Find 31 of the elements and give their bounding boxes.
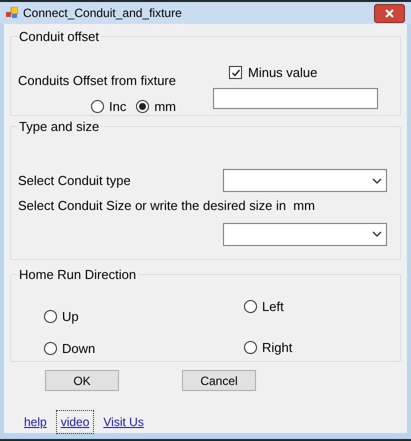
radio-button[interactable]: [244, 300, 257, 314]
checkbox[interactable]: [229, 66, 242, 80]
radio-button[interactable]: [136, 100, 150, 113]
field-label: Conduits Offset from fixture: [18, 72, 177, 90]
radio-option[interactable]: Up: [44, 307, 244, 326]
dropdown-field[interactable]: [223, 222, 387, 246]
chevron-down-icon: [372, 231, 382, 237]
field-label: Select Conduit Size or write the desired size in mm: [18, 197, 316, 215]
radio-option[interactable]: Inc: [91, 96, 126, 116]
cancel-button[interactable]: Cancel: [182, 370, 256, 391]
radio-button[interactable]: [44, 310, 57, 324]
chevron-down-icon: [372, 178, 382, 184]
field-label: Select Conduit type: [18, 172, 131, 190]
radio-option[interactable]: Down: [44, 338, 244, 358]
radio-option[interactable]: Left: [244, 297, 292, 316]
link[interactable]: video: [56, 411, 94, 433]
link[interactable]: help: [20, 411, 51, 433]
close-icon: [385, 8, 394, 18]
radio-button[interactable]: [44, 342, 57, 355]
radio-option[interactable]: Right: [244, 338, 292, 357]
offset-input-field[interactable]: [213, 88, 378, 108]
window-title: Connect_Conduit_and_fixture: [23, 5, 183, 22]
minus-value-checkbox[interactable]: Minus value: [229, 63, 378, 82]
radio-option[interactable]: mm: [136, 96, 176, 116]
close-button[interactable]: [374, 4, 405, 22]
link[interactable]: Visit Us: [99, 411, 148, 433]
radio-button[interactable]: [91, 100, 104, 113]
app-icon: [6, 7, 18, 19]
dropdown-field[interactable]: [223, 169, 387, 192]
ok-button[interactable]: OK: [45, 370, 119, 391]
radio-button[interactable]: [244, 340, 257, 354]
